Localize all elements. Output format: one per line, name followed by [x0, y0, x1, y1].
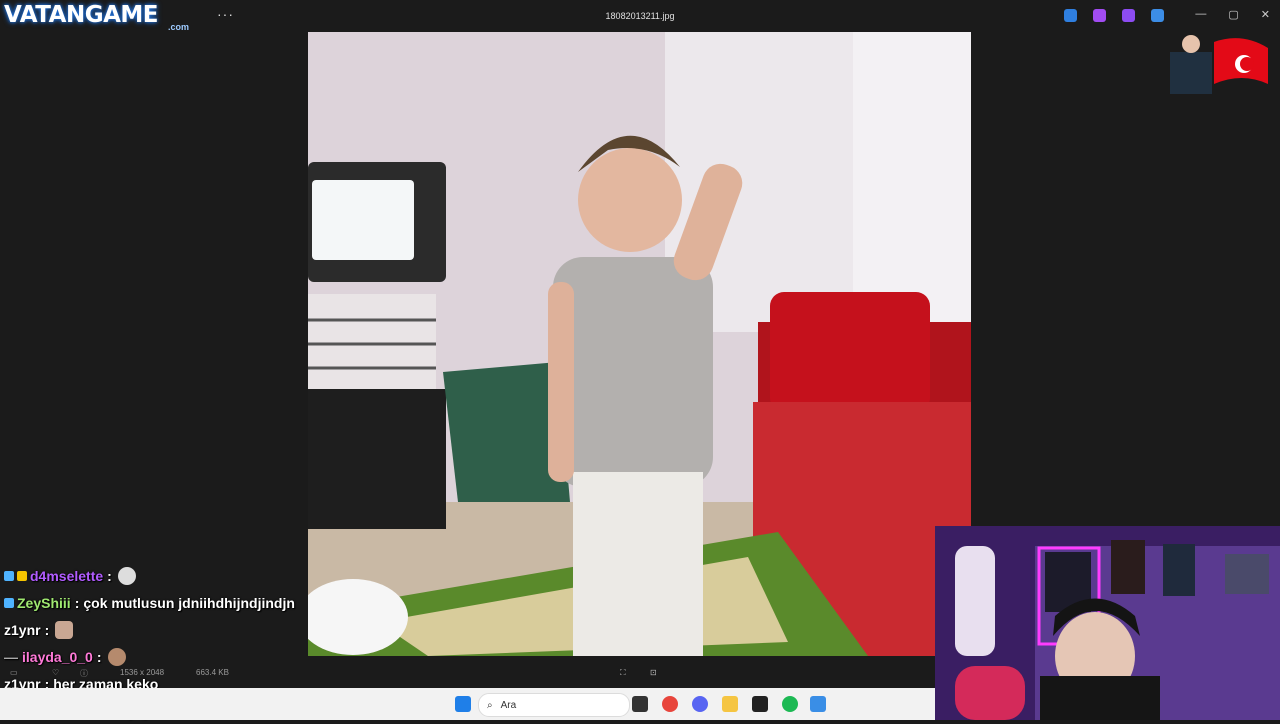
chat-username: d4mselette — [30, 567, 104, 584]
discord-icon[interactable] — [692, 696, 708, 712]
subscriber-badge-icon — [4, 597, 14, 608]
copilot-icon[interactable] — [1093, 9, 1106, 22]
window-controls: — ▢ ✕ — [1195, 8, 1270, 21]
photo-viewer-image[interactable] — [308, 32, 971, 656]
search-placeholder: Ara — [500, 699, 517, 711]
chat-username: z1ynr — [4, 621, 41, 638]
fit-icon[interactable]: ⛶ — [620, 668, 626, 678]
search-icon: ⌕ — [487, 699, 493, 711]
chat-separator: : — [107, 567, 112, 584]
chat-separator: : — [74, 594, 80, 611]
spotify-icon[interactable] — [782, 696, 798, 712]
close-button[interactable]: ✕ — [1261, 8, 1270, 21]
photos-icon[interactable] — [810, 696, 826, 712]
chat-message: ZeyShiii : çok mutlusun jdniihdhijndjind… — [4, 589, 304, 616]
subscriber-badge-icon — [4, 570, 14, 581]
ataturk-flag-overlay — [1164, 32, 1268, 94]
chat-message: z1ynr : — [4, 616, 304, 643]
file-explorer-icon[interactable] — [722, 696, 738, 712]
maximize-button[interactable]: ▢ — [1228, 8, 1238, 21]
chat-text: çok mutlusun jdniihdhijndjindjn — [83, 594, 295, 611]
logo-domain: .com — [168, 22, 190, 32]
crown-badge-icon — [17, 570, 27, 581]
chat-separator: : — [44, 621, 50, 638]
onedrive-icon[interactable] — [1151, 9, 1164, 22]
taskbar-search[interactable]: ⌕ Ara — [478, 693, 630, 717]
film-strip-icon[interactable]: ▭ — [10, 668, 18, 677]
webcam-overlay — [935, 526, 1280, 720]
steam-icon[interactable] — [752, 696, 768, 712]
cat-emote-icon — [55, 620, 74, 639]
info-icon[interactable]: ⓘ — [80, 668, 88, 679]
alien-emote-icon — [117, 566, 136, 585]
chat-message: d4mselette : — [4, 562, 304, 589]
chat-username: ZeyShiii — [17, 594, 71, 611]
task-view-icon[interactable] — [632, 696, 648, 712]
title-bar-tools — [1064, 9, 1164, 22]
minimize-button[interactable]: — — [1195, 8, 1206, 21]
image-dimensions: 1536 x 2048 — [120, 668, 165, 677]
edit-icon[interactable] — [1064, 9, 1077, 22]
chrome-icon[interactable] — [662, 696, 678, 712]
image-size: 663.4 KB — [196, 668, 229, 677]
actual-size-icon[interactable]: ⊡ — [650, 668, 657, 677]
clipchamp-icon[interactable] — [1122, 9, 1135, 22]
title-bar: VATANGAME .com ··· 18082013211.jpg — ▢ ✕ — [0, 0, 1280, 32]
windows-start-icon[interactable] — [455, 696, 471, 712]
heart-icon[interactable]: ♡ — [52, 668, 59, 677]
